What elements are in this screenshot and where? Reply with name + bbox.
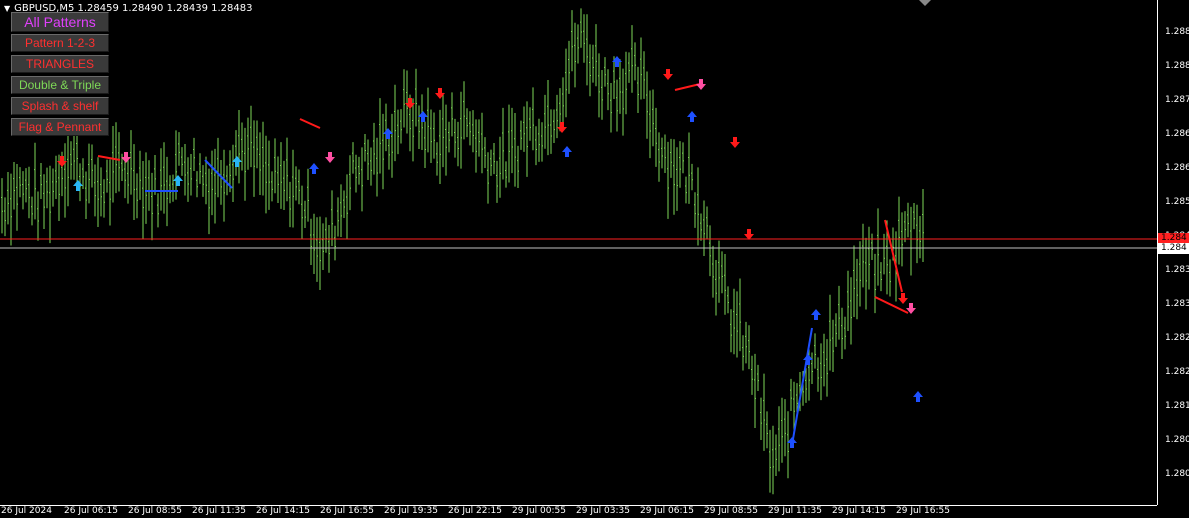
up-arrow-icon <box>562 146 572 157</box>
time-axis-label: 29 Jul 14:15 <box>832 506 886 516</box>
down-arrow-icon <box>744 229 754 240</box>
time-axis-label: 26 Jul 2024 <box>1 506 52 516</box>
price-axis-label: 1.282 <box>1165 367 1189 377</box>
up-arrow-icon <box>309 163 319 174</box>
collapse-triangle-icon[interactable]: ▼ <box>4 4 10 13</box>
up-arrow-icon <box>73 180 83 191</box>
time-axis-label: 26 Jul 08:55 <box>128 506 182 516</box>
time-axis-label: 26 Jul 06:15 <box>64 506 118 516</box>
down-arrow-icon <box>663 69 673 80</box>
price-axis-label: 1.288 <box>1165 61 1189 71</box>
flag-pennant-button[interactable]: Flag & Pennant <box>11 118 109 136</box>
time-axis-label: 26 Jul 19:35 <box>384 506 438 516</box>
all-patterns-button[interactable]: All Patterns <box>11 12 109 32</box>
triangles-button[interactable]: TRIANGLES <box>11 55 109 73</box>
up-arrow-icon <box>913 391 923 402</box>
price-axis-label: 1.286 <box>1165 163 1189 173</box>
time-axis-label: 29 Jul 16:55 <box>896 506 950 516</box>
time-axis-label: 29 Jul 06:15 <box>640 506 694 516</box>
pattern-line <box>674 83 701 91</box>
pattern-line <box>299 118 321 129</box>
time-axis-label: 29 Jul 00:55 <box>512 506 566 516</box>
down-arrow-icon <box>696 79 706 90</box>
up-arrow-icon <box>811 309 821 320</box>
time-axis-label: 26 Jul 11:35 <box>192 506 246 516</box>
price-axis-label: 1.285 <box>1165 197 1189 207</box>
up-arrow-icon <box>173 175 183 186</box>
price-axis-label: 1.282 <box>1165 333 1189 343</box>
time-axis-label: 26 Jul 14:15 <box>256 506 310 516</box>
pattern-line <box>97 155 121 161</box>
price-axis-label: 1.283 <box>1165 299 1189 309</box>
splash-shelf-button[interactable]: Splash & shelf <box>11 97 109 115</box>
price-axis-label: 1.280 <box>1165 435 1189 445</box>
chart-shift-marker-icon[interactable] <box>919 0 931 6</box>
down-arrow-icon <box>557 122 567 133</box>
double-triple-button[interactable]: Double & Triple <box>11 76 109 94</box>
bid-price-tag: 1.284 <box>1158 243 1189 254</box>
pattern-123-button[interactable]: Pattern 1-2-3 <box>11 34 109 52</box>
price-chart[interactable] <box>0 0 1157 505</box>
price-axis-label: 1.288 <box>1165 27 1189 37</box>
price-axis-label: 1.281 <box>1165 401 1189 411</box>
price-axis-label: 1.286 <box>1165 129 1189 139</box>
time-axis-label: 26 Jul 16:55 <box>320 506 374 516</box>
price-axis-label: 1.280 <box>1165 469 1189 479</box>
time-axis-label: 26 Jul 22:15 <box>448 506 502 516</box>
down-arrow-icon <box>730 137 740 148</box>
down-arrow-icon <box>325 152 335 163</box>
price-axis-label: 1.287 <box>1165 95 1189 105</box>
time-axis-label: 29 Jul 11:35 <box>768 506 822 516</box>
up-arrow-icon <box>687 111 697 122</box>
time-axis-label: 29 Jul 03:35 <box>576 506 630 516</box>
down-arrow-icon <box>898 293 908 304</box>
time-axis-label: 29 Jul 08:55 <box>704 506 758 516</box>
price-axis-label: 1.283 <box>1165 265 1189 275</box>
